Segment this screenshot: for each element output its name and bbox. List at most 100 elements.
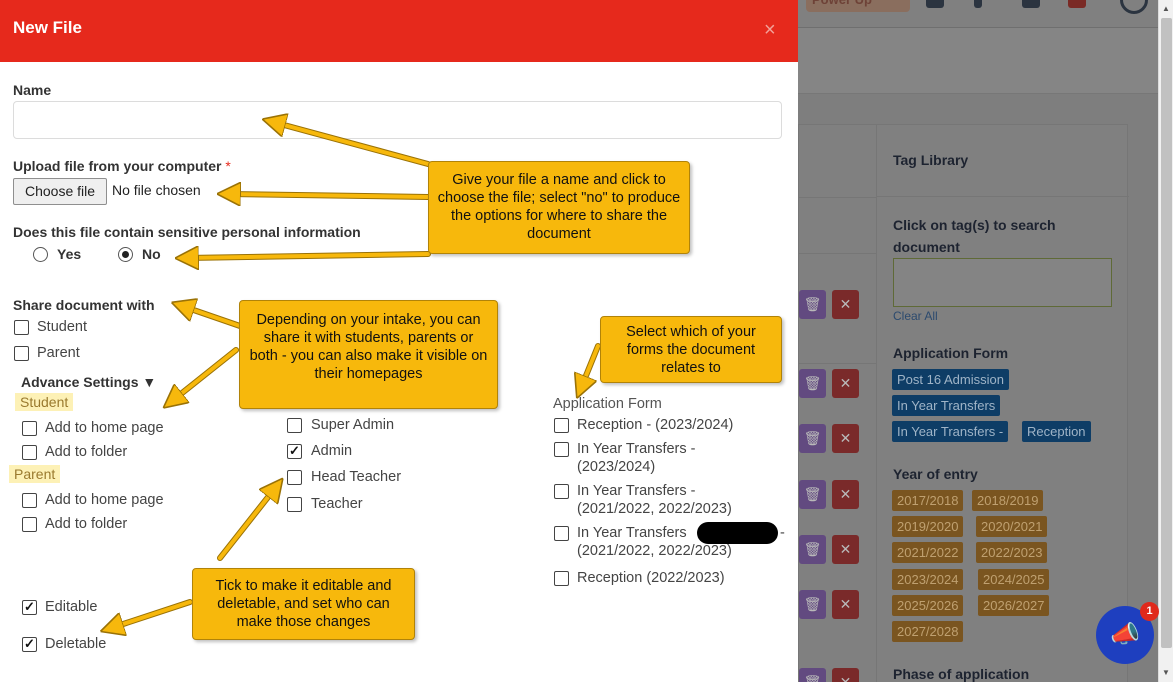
year-tag-chip[interactable]: 2022/2023 [976,542,1048,563]
callout-name-file: Give your file a name and click to choos… [428,161,690,254]
role-admin-label: Admin [311,443,353,459]
scroll-thumb[interactable] [1161,18,1172,648]
year-tag-chip[interactable]: 2019/2020 [892,516,964,537]
close-icon[interactable]: ✕ [832,668,859,682]
form-iyt-redacted-suffix: - [780,525,785,541]
sensitive-info-label: Does this file contain sensitive persona… [13,224,361,240]
megaphone-icon: 📣 [1110,621,1140,648]
callout-forms: Select which of your forms the document … [600,316,782,383]
year-tag-chip[interactable]: 2023/2024 [892,569,964,590]
arrow-to-editable [111,600,192,628]
delete-icon[interactable]: 🗑 [799,290,826,319]
delete-icon[interactable]: 🗑 [799,369,826,398]
student-home-page-label: Add to home page [45,420,164,436]
form-reception-2023-label: Reception - (2023/2024) [577,417,734,433]
year-tag-chip[interactable]: 2021/2022 [892,542,964,563]
name-input[interactable] [13,101,782,139]
student-folder-label: Add to folder [45,444,128,460]
delete-icon[interactable]: 🗑 [799,424,826,453]
close-icon[interactable]: ✕ [832,535,859,564]
form-iyt-2023-label: In Year Transfers - [577,441,696,457]
form-iyt-2023-checkbox[interactable] [554,442,569,457]
form-iyt-2021-checkbox[interactable] [554,484,569,499]
form-reception-2022-checkbox[interactable] [554,571,569,586]
tag-chip[interactable]: Reception [1022,421,1091,442]
close-icon[interactable]: × [764,20,776,40]
application-form-tags-title: Application Form [893,345,1009,361]
form-iyt-2021-label: In Year Transfers - [577,483,696,499]
editable-checkbox[interactable]: ✓ [22,600,37,615]
role-head-teacher-checkbox[interactable] [287,470,302,485]
tag-search-box[interactable] [893,258,1112,307]
role-head-teacher-label: Head Teacher [311,469,402,485]
form-reception-2022-label: Reception (2022/2023) [577,570,725,586]
delete-icon[interactable]: 🗑 [799,590,826,619]
delete-icon[interactable]: 🗑 [799,668,826,682]
announcements-button[interactable]: 📣 1 [1096,602,1159,664]
alert-icon[interactable] [1068,0,1086,8]
power-up-button[interactable]: Power Up [806,0,910,12]
parent-home-page-label: Add to home page [45,492,164,508]
parent-folder-checkbox[interactable] [22,517,37,532]
scroll-down-arrow-icon[interactable]: ▼ [1162,668,1170,677]
delete-icon[interactable]: 🗑 [799,480,826,509]
delete-icon[interactable]: 🗑 [799,535,826,564]
clear-all-link[interactable]: Clear All [893,309,938,323]
scroll-up-arrow-icon[interactable]: ▲ [1162,4,1170,13]
tag-chip[interactable]: Post 16 Admission [892,369,1009,390]
role-teacher-label: Teacher [311,496,363,512]
sensitive-yes-label: Yes [57,246,82,262]
new-file-modal: New File × Name Upload file from your co… [0,0,798,682]
notification-badge: 1 [1140,602,1159,621]
page-scrollbar[interactable]: ▲ ▼ [1158,0,1173,682]
name-label: Name [13,82,52,98]
parent-home-page-checkbox[interactable] [22,493,37,508]
top-bar: Power Up [798,0,1158,28]
close-icon[interactable]: ✕ [832,424,859,453]
modal-header: New File × [0,0,798,62]
sensitive-no-radio[interactable] [118,247,133,262]
edit-icon[interactable] [1022,0,1040,8]
year-tag-chip[interactable]: 2025/2026 [892,595,964,616]
arrow-to-forms [581,344,600,388]
role-teacher-checkbox[interactable] [287,497,302,512]
close-icon[interactable]: ✕ [832,369,859,398]
role-super-admin-checkbox[interactable] [287,418,302,433]
form-iyt-redacted-checkbox[interactable] [554,526,569,541]
form-iyt-2021-years: (2021/2022, 2022/2023) [577,501,732,517]
arrow-to-roles [218,487,276,560]
tag-chip[interactable]: In Year Transfers - [892,421,1009,442]
share-parent-checkbox[interactable] [14,346,29,361]
close-icon[interactable]: ✕ [832,590,859,619]
share-student-checkbox[interactable] [14,320,29,335]
year-tag-chip[interactable]: 2026/2027 [978,595,1050,616]
callout-edit: Tick to make it editable and deletable, … [192,568,415,640]
advance-settings-toggle[interactable]: Advance Settings ▼ [21,374,156,390]
sensitive-yes-radio[interactable] [33,247,48,262]
close-icon[interactable]: ✕ [832,480,859,509]
year-tag-chip[interactable]: 2027/2028 [892,621,964,642]
tag-library-title: Tag Library [893,152,969,168]
share-with-label: Share document with [13,297,155,313]
application-form-title: Application Form [553,396,662,412]
choose-file-button[interactable]: Choose file [13,178,107,205]
deletable-checkbox[interactable]: ✓ [22,637,37,652]
role-admin-checkbox[interactable]: ✓ [287,444,302,459]
year-tag-chip[interactable]: 2024/2025 [978,569,1050,590]
user-avatar-icon[interactable] [1120,0,1148,14]
year-tag-chip[interactable]: 2018/2019 [972,490,1044,511]
tag-chip[interactable]: In Year Transfers [892,395,1001,416]
year-tag-chip[interactable]: 2017/2018 [892,490,964,511]
info-icon[interactable] [974,0,982,8]
form-reception-2023-checkbox[interactable] [554,418,569,433]
share-student-label: Student [37,319,87,335]
notes-icon[interactable] [926,0,944,8]
year-tag-chip[interactable]: 2020/2021 [976,516,1048,537]
no-file-chosen-text: No file chosen [112,182,201,198]
form-iyt-redacted-years: (2021/2022, 2022/2023) [577,543,732,559]
close-icon[interactable]: ✕ [832,290,859,319]
form-iyt-2023-years: (2023/2024) [577,459,656,475]
student-folder-checkbox[interactable] [22,445,37,460]
arrow-to-share [182,306,242,328]
student-home-page-checkbox[interactable] [22,421,37,436]
